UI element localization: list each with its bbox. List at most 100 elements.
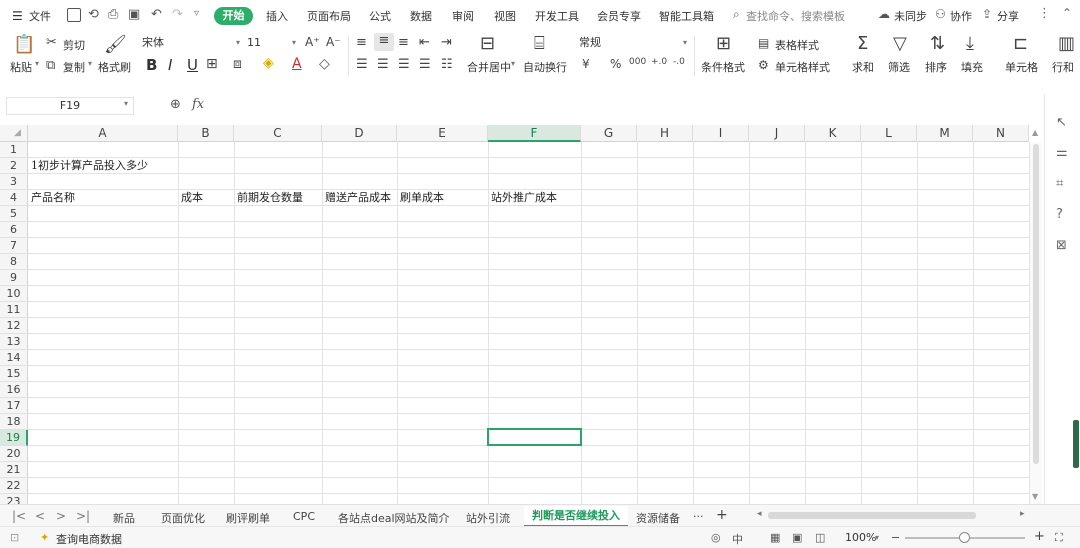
column-header-k[interactable]: K [805, 125, 861, 142]
cell-b4[interactable]: 成本 [181, 190, 203, 206]
fill-color-icon[interactable]: ◈ [263, 55, 274, 71]
align-left-icon[interactable]: ☰ [356, 57, 368, 72]
undo-icon[interactable]: ↶ [151, 7, 162, 22]
tab-view[interactable]: 视图 [494, 8, 516, 24]
properties-icon[interactable]: ⚌ [1056, 145, 1068, 160]
number-format-select[interactable]: 常规 ▾ [575, 35, 690, 53]
command-search-input[interactable]: 查找命令、搜索模板 [746, 8, 845, 24]
column-header-l[interactable]: L [861, 125, 917, 142]
cell-a2[interactable]: 1初步计算产品投入多少 [31, 158, 148, 174]
zoom-slider-handle[interactable] [959, 532, 970, 543]
currency-button[interactable]: ¥ [582, 57, 590, 71]
selected-cell-f19[interactable] [487, 428, 582, 446]
table-style-button[interactable]: 表格样式 [775, 37, 819, 53]
cut-button[interactable]: 剪切 [63, 37, 85, 53]
conditional-format-button[interactable]: 条件格式 [701, 59, 745, 75]
fill-button[interactable]: 填充 [961, 59, 983, 75]
zoom-dropdown-icon[interactable]: ▾ [875, 533, 879, 542]
tab-review[interactable]: 审阅 [452, 8, 474, 24]
tab-developer[interactable]: 开发工具 [535, 8, 579, 24]
image-icon[interactable]: ⊠ [1056, 238, 1067, 253]
column-header-e[interactable]: E [397, 125, 488, 142]
row-header[interactable]: 16 [0, 382, 28, 398]
font-color-icon[interactable]: A [292, 56, 302, 72]
scroll-right-icon[interactable]: ▸ [1020, 509, 1025, 519]
share-button[interactable]: 分享 [997, 8, 1019, 24]
macro-icon[interactable]: ⊡ [10, 531, 19, 544]
tab-formulas[interactable]: 公式 [369, 8, 391, 24]
column-header-c[interactable]: C [234, 125, 322, 142]
sheet-tab-offsite-traffic[interactable]: 站外引流 [466, 510, 510, 526]
merge-center-button[interactable]: 合并居中 [467, 59, 511, 75]
print-icon[interactable]: ⎙ [108, 7, 118, 22]
help-icon[interactable]: ? [1056, 207, 1063, 222]
sum-button[interactable]: 求和 [852, 59, 874, 75]
row-header[interactable]: 15 [0, 366, 28, 382]
row-header[interactable]: 11 [0, 302, 28, 318]
percent-button[interactable]: % [610, 57, 621, 71]
sheet-tab-resources[interactable]: 资源储备 [636, 510, 680, 526]
row-header[interactable]: 12 [0, 318, 28, 334]
paste-button[interactable]: 粘贴 [10, 59, 32, 75]
scroll-down-icon[interactable]: ▼ [1032, 492, 1038, 501]
paste-icon[interactable]: 📋 [13, 34, 35, 55]
row-header[interactable]: 17 [0, 398, 28, 414]
column-header-i[interactable]: I [693, 125, 749, 142]
row-header[interactable]: 4 [0, 190, 28, 206]
sheet-tab-active[interactable]: 判断是否继续投入 [524, 506, 628, 527]
increase-indent-icon[interactable]: ⇥ [441, 35, 452, 50]
sheet-tab-deal-sites[interactable]: 各站点deal网站及简介 [338, 510, 450, 526]
italic-button[interactable]: I [168, 56, 172, 74]
column-header-h[interactable]: H [637, 125, 693, 142]
cell-c4[interactable]: 前期发仓数量 [237, 190, 303, 206]
export-icon[interactable]: ⟲ [88, 7, 99, 22]
row-header-active[interactable]: 19 [0, 430, 28, 446]
paste-dropdown-icon[interactable]: ▾ [35, 59, 39, 68]
row-header[interactable]: 7 [0, 238, 28, 254]
column-header-a[interactable]: A [28, 125, 178, 142]
sheet-tab-reviews-orders[interactable]: 刷评刷单 [226, 510, 270, 526]
column-header-m[interactable]: M [917, 125, 973, 142]
justify-icon[interactable]: ☰ [419, 57, 431, 72]
next-sheet-icon[interactable]: > [56, 509, 66, 523]
row-header[interactable]: 5 [0, 206, 28, 222]
crop-icon[interactable]: ⌗ [1056, 176, 1063, 191]
wrap-text-button[interactable]: 自动换行 [523, 59, 567, 75]
tab-home[interactable]: 开始 [214, 7, 253, 25]
add-sheet-button[interactable]: + [716, 507, 728, 523]
zoom-out-button[interactable]: − [891, 531, 900, 544]
tab-data[interactable]: 数据 [410, 8, 432, 24]
bold-button[interactable]: B [146, 56, 157, 74]
row-header[interactable]: 21 [0, 462, 28, 478]
column-header-j[interactable]: J [749, 125, 805, 142]
decrease-decimal-button[interactable]: -.0 [673, 57, 685, 67]
eye-protection-icon[interactable]: ◎ [711, 531, 721, 544]
distributed-icon[interactable]: ☷ [441, 57, 453, 72]
last-sheet-icon[interactable]: >| [76, 509, 90, 523]
align-center-icon[interactable]: ☰ [377, 57, 389, 72]
fx-button[interactable]: fx [192, 97, 204, 112]
row-header[interactable]: 6 [0, 222, 28, 238]
column-header-g[interactable]: G [581, 125, 637, 142]
row-header[interactable]: 13 [0, 334, 28, 350]
increase-decimal-button[interactable]: +.0 [651, 57, 667, 67]
row-header[interactable]: 9 [0, 270, 28, 286]
align-right-icon[interactable]: ☰ [398, 57, 410, 72]
row-header[interactable]: 8 [0, 254, 28, 270]
underline-button[interactable]: U [187, 56, 198, 74]
cell-f4[interactable]: 站外推广成本 [491, 190, 557, 206]
horizontal-scrollbar-thumb[interactable] [768, 512, 976, 519]
row-header[interactable]: 22 [0, 478, 28, 494]
column-header-n[interactable]: N [973, 125, 1029, 142]
cursor-select-icon[interactable]: ↖ [1056, 115, 1067, 130]
decrease-indent-icon[interactable]: ⇤ [419, 35, 430, 50]
print-preview-icon[interactable]: ▣ [128, 7, 140, 22]
more-options-icon[interactable]: ⋮ [1038, 6, 1051, 21]
cell-style-button[interactable]: 单元格样式 [775, 59, 830, 75]
tab-smart-toolbox[interactable]: 智能工具箱 [659, 8, 714, 24]
cell-d4[interactable]: 赠送产品成本 [325, 190, 391, 206]
panel-toggle-handle[interactable] [1073, 420, 1079, 468]
zoom-level[interactable]: 100% [845, 531, 876, 544]
sheet-tab-cpc[interactable]: CPC [293, 510, 315, 523]
normal-view-icon[interactable]: ▦ [770, 531, 780, 544]
